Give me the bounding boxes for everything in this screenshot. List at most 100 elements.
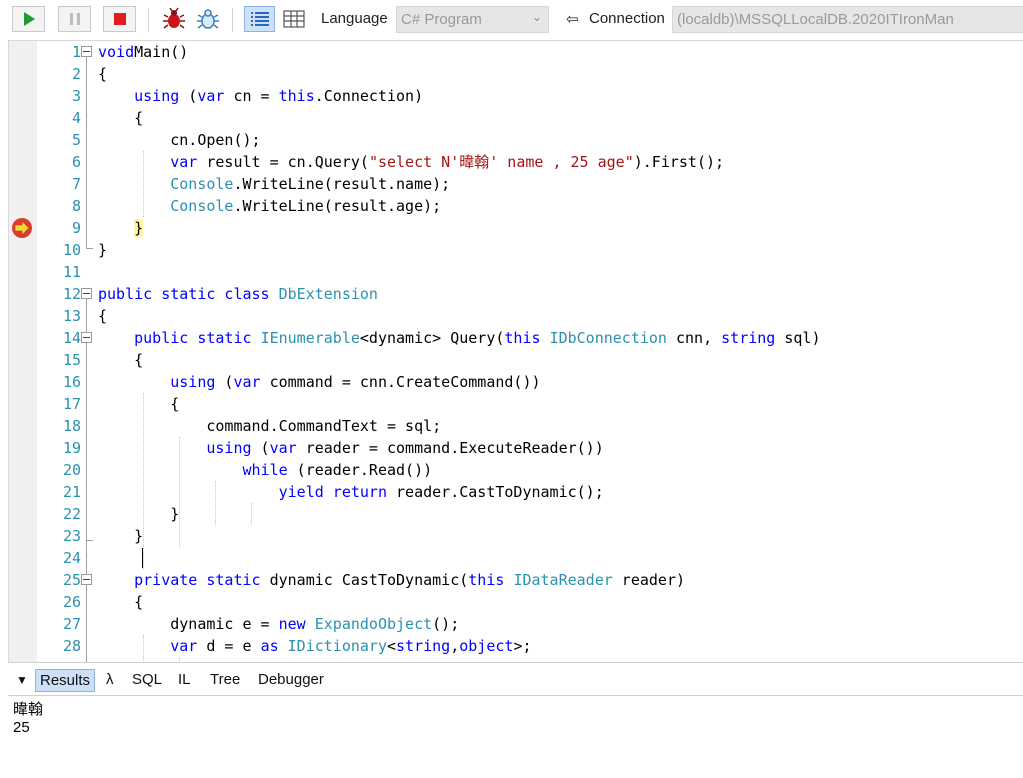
collapse-arrow-icon[interactable]: ▼ (12, 671, 32, 694)
debug-bug-outline-button[interactable] (194, 6, 222, 32)
code-token: } (98, 527, 144, 545)
code-token: object (459, 637, 514, 655)
code-line[interactable]: 6 var result = cn.Query("select N'暐翰' na… (9, 151, 1023, 173)
code-line[interactable]: 23 } (9, 525, 1023, 547)
code-line[interactable]: 8 Console.WriteLine(result.age); (9, 195, 1023, 217)
play-icon (23, 12, 35, 26)
code-token: dynamic CastToDynamic( (260, 571, 469, 589)
code-token: var (197, 87, 225, 105)
code-token: { (98, 351, 144, 369)
code-line[interactable]: 2{ (9, 63, 1023, 85)
code-line[interactable]: 4 { (9, 107, 1023, 129)
breakpoint-arrow-icon[interactable] (11, 217, 33, 239)
output-line: 暐翰 (13, 701, 44, 718)
code-token: .Connection) (314, 87, 424, 105)
grid-view-button[interactable] (280, 6, 308, 32)
code-token: IEnumerable (260, 329, 360, 347)
code-line[interactable]: 7 Console.WriteLine(result.name); (9, 173, 1023, 195)
code-line[interactable]: 20 while (reader.Read()) (9, 459, 1023, 481)
code-line[interactable]: 27 dynamic e = new ExpandoObject(); (9, 613, 1023, 635)
code-token: private static (134, 571, 261, 589)
code-text: using (var command = cnn.CreateCommand()… (98, 371, 541, 393)
code-token: cnn, (666, 329, 722, 347)
code-token: Console (170, 175, 234, 193)
language-select[interactable]: C# Program ⌄ (396, 6, 549, 33)
code-line[interactable]: 12 public static class DbExtension (9, 283, 1023, 305)
code-token: as (260, 637, 279, 655)
code-line[interactable]: 25 private static dynamic CastToDynamic(… (9, 569, 1023, 591)
code-token: reader = command.ExecuteReader()) (296, 439, 604, 457)
code-text: Console.WriteLine(result.name); (98, 173, 450, 195)
code-line[interactable]: 14 public static IEnumerable<dynamic> Qu… (9, 327, 1023, 349)
tab-il[interactable]: IL (174, 669, 195, 692)
stop-button[interactable] (103, 6, 136, 32)
code-line[interactable]: 21 yield return reader.CastToDynamic(); (9, 481, 1023, 503)
code-token: using (206, 439, 252, 457)
code-line[interactable]: 18 command.CommandText = sql; (9, 415, 1023, 437)
code-text: { (98, 349, 143, 371)
debug-bug-button[interactable] (160, 6, 188, 32)
code-line[interactable]: 1 voidMain() (9, 41, 1023, 63)
code-token: ExpandoObject (314, 615, 433, 633)
code-token: { (98, 395, 180, 413)
results-output: 暐翰 25 (8, 695, 1023, 778)
code-token: public static (134, 329, 252, 347)
code-line[interactable]: 9 } (9, 217, 1023, 239)
code-text: yield return reader.CastToDynamic(); (98, 481, 604, 503)
code-line[interactable]: 15 { (9, 349, 1023, 371)
line-number: 18 (62, 417, 81, 435)
code-line[interactable]: 28 var d = e as IDictionary<string,objec… (9, 635, 1023, 657)
line-number: 8 (71, 197, 81, 215)
code-token: .WriteLine(result.name); (233, 175, 451, 193)
code-line[interactable]: 19 using (var reader = command.ExecuteRe… (9, 437, 1023, 459)
code-token: while (242, 461, 288, 479)
code-line[interactable]: 26 { (9, 591, 1023, 613)
rich-text-view-button[interactable] (244, 6, 275, 32)
line-number: 22 (62, 505, 81, 523)
tab-debugger[interactable]: Debugger (254, 669, 328, 692)
code-token: { (98, 65, 108, 83)
tab-sql[interactable]: SQL (128, 669, 166, 692)
line-number: 1 (71, 43, 81, 61)
line-number: 21 (62, 483, 81, 501)
code-token: <dynamic> Query( (359, 329, 505, 347)
code-token: IDbConnection (549, 329, 667, 347)
code-line[interactable]: 5 cn.Open(); (9, 129, 1023, 151)
line-number: 6 (71, 153, 81, 171)
code-text: using (var cn = this.Connection) (98, 85, 423, 107)
connection-select[interactable]: (localdb)\MSSQLLocalDB.2020ITIronMan (672, 6, 1023, 33)
code-token: var (170, 153, 198, 171)
code-text: Console.WriteLine(result.age); (98, 195, 441, 217)
code-token: cn.Open(); (98, 131, 261, 149)
pause-icon (69, 13, 80, 25)
tab-lambda[interactable]: λ (102, 669, 118, 692)
code-token: reader) (612, 571, 686, 589)
code-line[interactable]: 24 (9, 547, 1023, 569)
code-editor[interactable]: 1 voidMain() 2{3 using (var cn = this.Conn… (8, 40, 1023, 663)
output-line: 25 (13, 719, 30, 736)
code-line[interactable]: 13 { (9, 305, 1023, 327)
code-line[interactable]: 22 } (9, 503, 1023, 525)
code-line[interactable]: 16 using (var command = cnn.CreateComman… (9, 371, 1023, 393)
line-number: 26 (62, 593, 81, 611)
code-token: ( (215, 373, 234, 391)
tab-results[interactable]: Results (35, 669, 96, 692)
text-lines-icon (250, 12, 269, 26)
code-text: { (98, 393, 179, 415)
code-line[interactable]: 17 { (9, 393, 1023, 415)
run-button[interactable] (12, 6, 45, 32)
code-line[interactable]: 3 using (var cn = this.Connection) (9, 85, 1023, 107)
code-token: command = cnn.CreateCommand()) (260, 373, 541, 391)
code-token: } (98, 505, 180, 523)
code-line[interactable]: 10} (9, 239, 1023, 261)
code-line[interactable]: 11 (9, 261, 1023, 283)
pause-button[interactable] (58, 6, 91, 32)
code-token: (reader.Read()) (287, 461, 433, 479)
tab-tree[interactable]: Tree (206, 669, 244, 692)
line-number: 25 (62, 571, 81, 589)
